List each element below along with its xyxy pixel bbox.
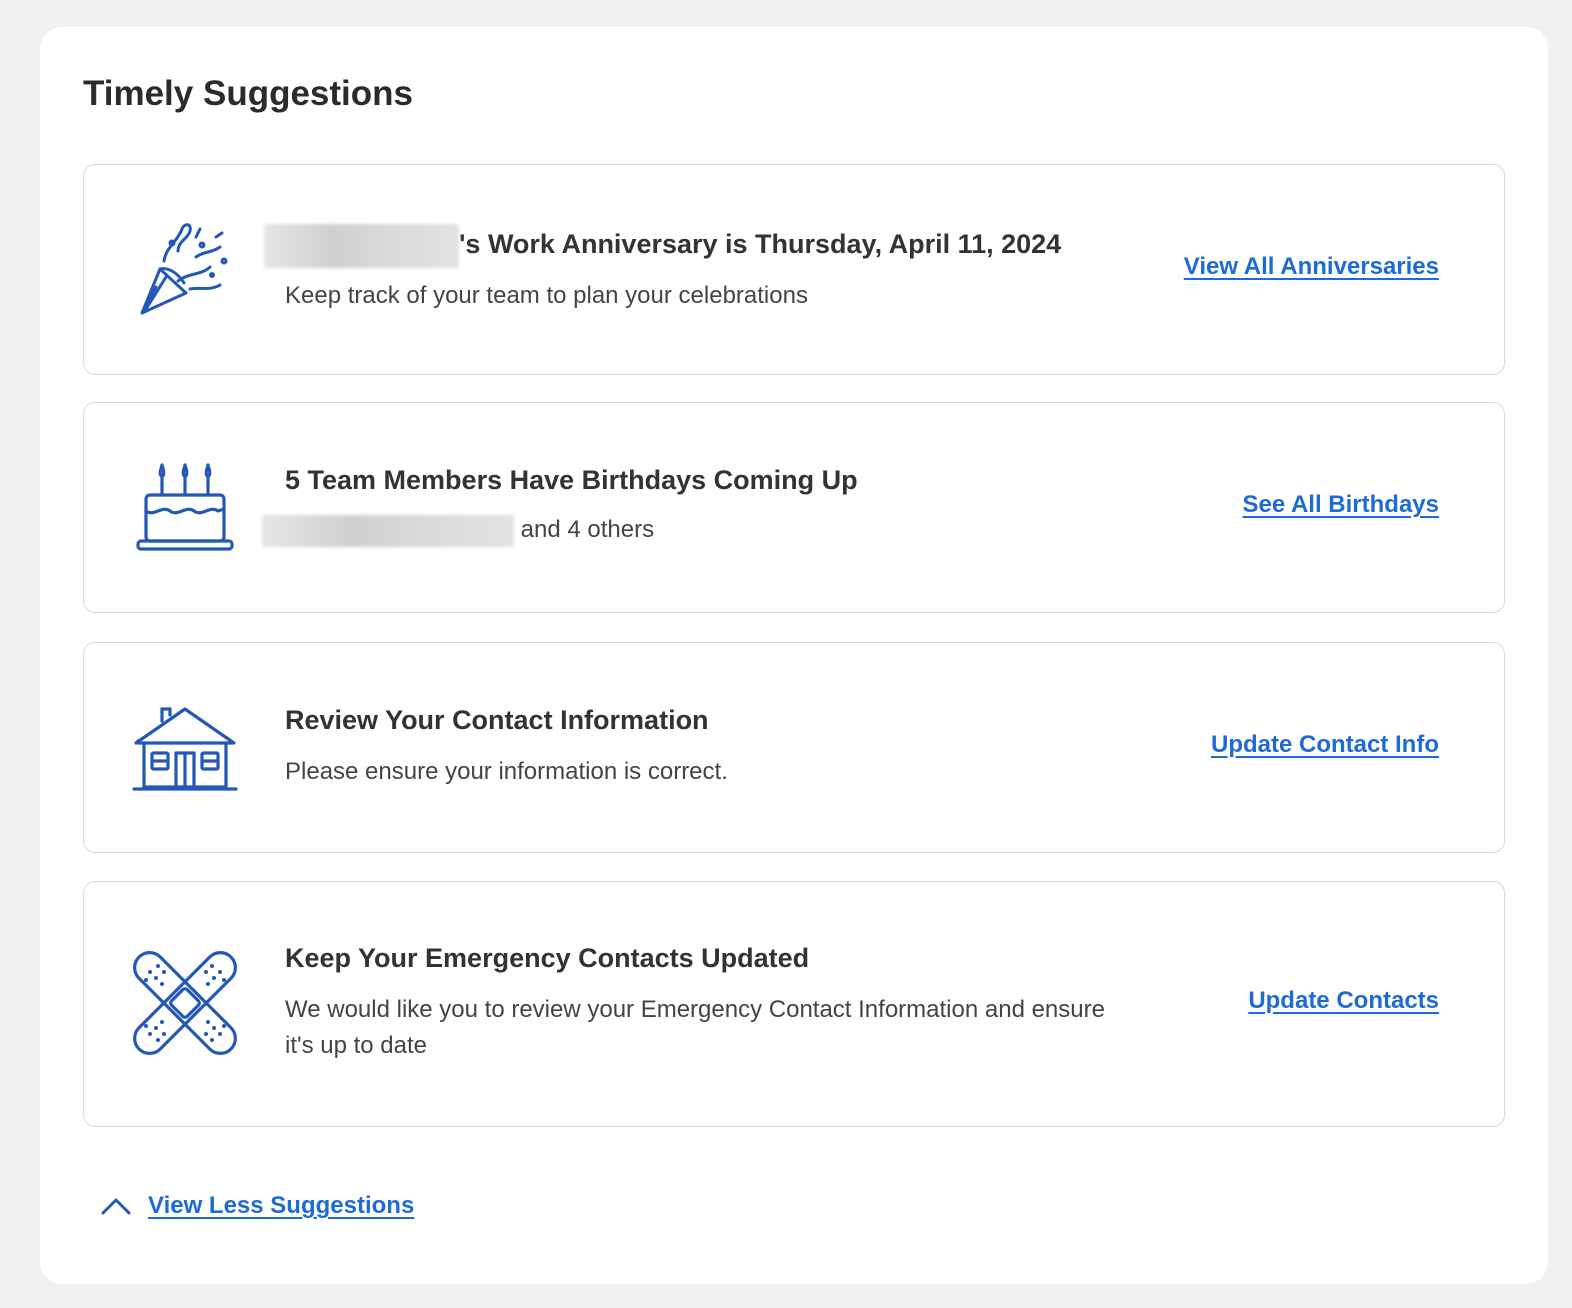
emergency-contacts-text: Keep Your Emergency Contacts Updated We … bbox=[285, 940, 1105, 1064]
house-icon bbox=[132, 695, 238, 801]
anniversary-title: 's Work Anniversary is Thursday, April 1… bbox=[264, 224, 1084, 268]
update-contacts-link[interactable]: Update Contacts bbox=[1248, 987, 1439, 1015]
contact-info-text: Review Your Contact Information Please e… bbox=[285, 702, 1105, 790]
party-popper-icon bbox=[132, 217, 238, 323]
emergency-contacts-description: We would like you to review your Emergen… bbox=[285, 996, 1105, 1059]
suggestion-card-birthdays: 5 Team Members Have Birthdays Coming Up … bbox=[83, 402, 1505, 613]
contact-info-title: Review Your Contact Information bbox=[285, 705, 709, 735]
contact-info-description: Please ensure your information is correc… bbox=[285, 758, 728, 785]
suggestion-card-emergency-contacts: Keep Your Emergency Contacts Updated We … bbox=[83, 881, 1505, 1127]
bandage-icon bbox=[132, 950, 238, 1056]
birthdays-description: and 4 others bbox=[262, 512, 1105, 548]
chevron-up-icon bbox=[100, 1195, 132, 1217]
view-less-suggestions-button[interactable]: View Less Suggestions bbox=[100, 1190, 414, 1222]
birthdays-others-text: and 4 others bbox=[520, 516, 655, 543]
redacted-names bbox=[262, 514, 514, 547]
birthdays-title: 5 Team Members Have Birthdays Coming Up bbox=[285, 465, 858, 495]
suggestion-card-contact-info: Review Your Contact Information Please e… bbox=[83, 642, 1505, 853]
view-less-suggestions-label[interactable]: View Less Suggestions bbox=[148, 1192, 414, 1220]
anniversary-text: 's Work Anniversary is Thursday, April 1… bbox=[264, 224, 1084, 314]
view-all-anniversaries-link[interactable]: View All Anniversaries bbox=[1184, 253, 1439, 281]
redacted-name bbox=[264, 224, 459, 268]
timely-suggestions-panel: Timely Suggestions 's Work Anniversary i… bbox=[40, 27, 1548, 1284]
birthdays-text: 5 Team Members Have Birthdays Coming Up … bbox=[262, 462, 1105, 548]
suggestion-card-anniversary: 's Work Anniversary is Thursday, April 1… bbox=[83, 164, 1505, 375]
anniversary-description: Keep track of your team to plan your cel… bbox=[285, 282, 808, 309]
birthday-cake-icon bbox=[132, 455, 238, 561]
panel-title: Timely Suggestions bbox=[83, 74, 413, 113]
emergency-contacts-title: Keep Your Emergency Contacts Updated bbox=[285, 943, 810, 973]
update-contact-info-link[interactable]: Update Contact Info bbox=[1211, 731, 1439, 759]
see-all-birthdays-link[interactable]: See All Birthdays bbox=[1242, 491, 1439, 519]
anniversary-title-text: 's Work Anniversary is Thursday, April 1… bbox=[459, 229, 1062, 260]
